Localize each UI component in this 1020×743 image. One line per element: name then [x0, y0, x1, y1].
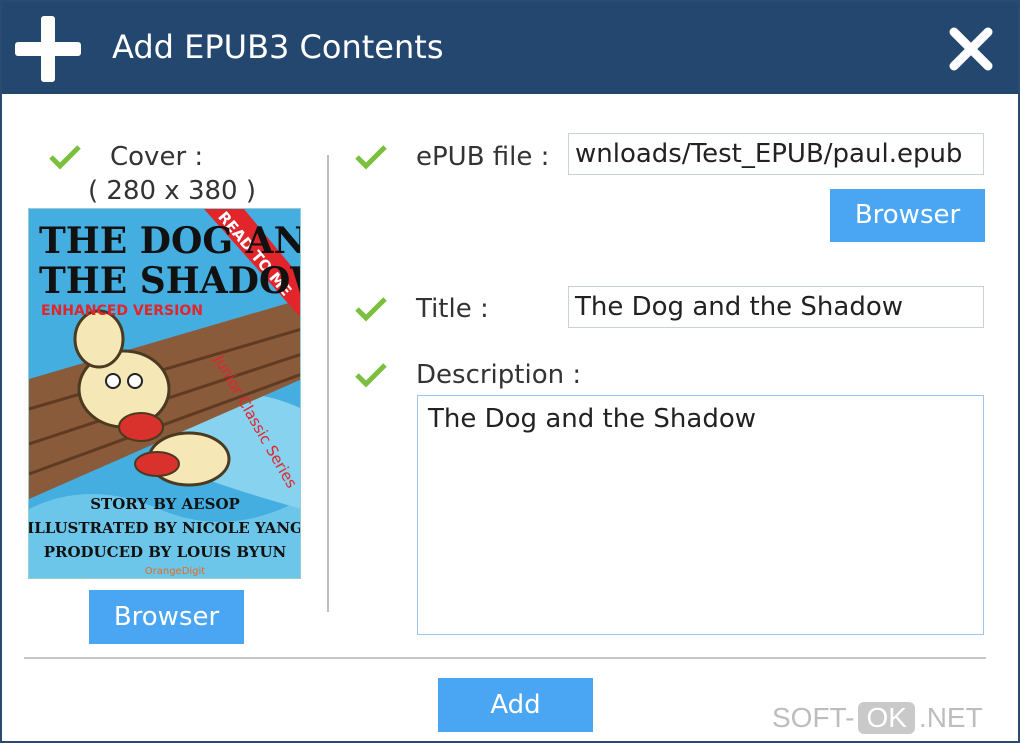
check-icon: [49, 145, 81, 170]
cover-subtitle: ENHANCED VERSION: [41, 303, 203, 319]
epub-browse-button[interactable]: Browser: [830, 189, 985, 242]
cover-label: Cover :: [110, 142, 204, 172]
epub-file-input[interactable]: wnloads/Test_EPUB/paul.epub: [568, 133, 984, 175]
check-icon: [355, 145, 387, 170]
title-label: Title :: [416, 294, 489, 324]
epub-file-label: ePUB file :: [416, 142, 550, 172]
close-icon[interactable]: [946, 24, 996, 74]
vertical-divider: [327, 155, 329, 612]
description-label: Description :: [416, 360, 582, 390]
description-textarea[interactable]: The Dog and the Shadow: [417, 395, 984, 635]
cover-brand: OrangeDigit: [145, 566, 206, 577]
cover-credit-story: STORY BY AESOP: [90, 495, 240, 513]
cover-credit-illustrator: ILLUSTRATED BY NICOLE YANG: [29, 519, 301, 537]
dialog-title: Add EPUB3 Contents: [112, 28, 444, 66]
check-icon: [355, 297, 387, 322]
watermark-right: .NET: [918, 702, 983, 733]
add-epub3-dialog: Add EPUB3 Contents Cover : ( 280 x 380 ): [0, 0, 1020, 743]
horizontal-divider: [24, 657, 986, 659]
cover-size-label: ( 280 x 380 ): [88, 176, 256, 206]
watermark-left: SOFT-: [772, 702, 855, 733]
cover-image: READ TO ME THE DOG AND THE SHADOW ENHANC…: [28, 208, 301, 579]
watermark: SOFT- OK .NET: [772, 702, 983, 734]
add-button[interactable]: Add: [438, 678, 593, 732]
plus-icon: [15, 16, 81, 82]
watermark-ok: OK: [858, 702, 915, 734]
check-icon: [355, 363, 387, 388]
cover-title-line2: THE SHADOW: [39, 260, 301, 302]
title-bar: Add EPUB3 Contents: [2, 2, 1018, 94]
title-input[interactable]: The Dog and the Shadow: [568, 286, 984, 328]
cover-browse-button[interactable]: Browser: [89, 590, 244, 644]
cover-title-line1: THE DOG AND: [39, 220, 301, 262]
cover-credit-producer: PRODUCED BY LOUIS BYUN: [44, 543, 287, 561]
